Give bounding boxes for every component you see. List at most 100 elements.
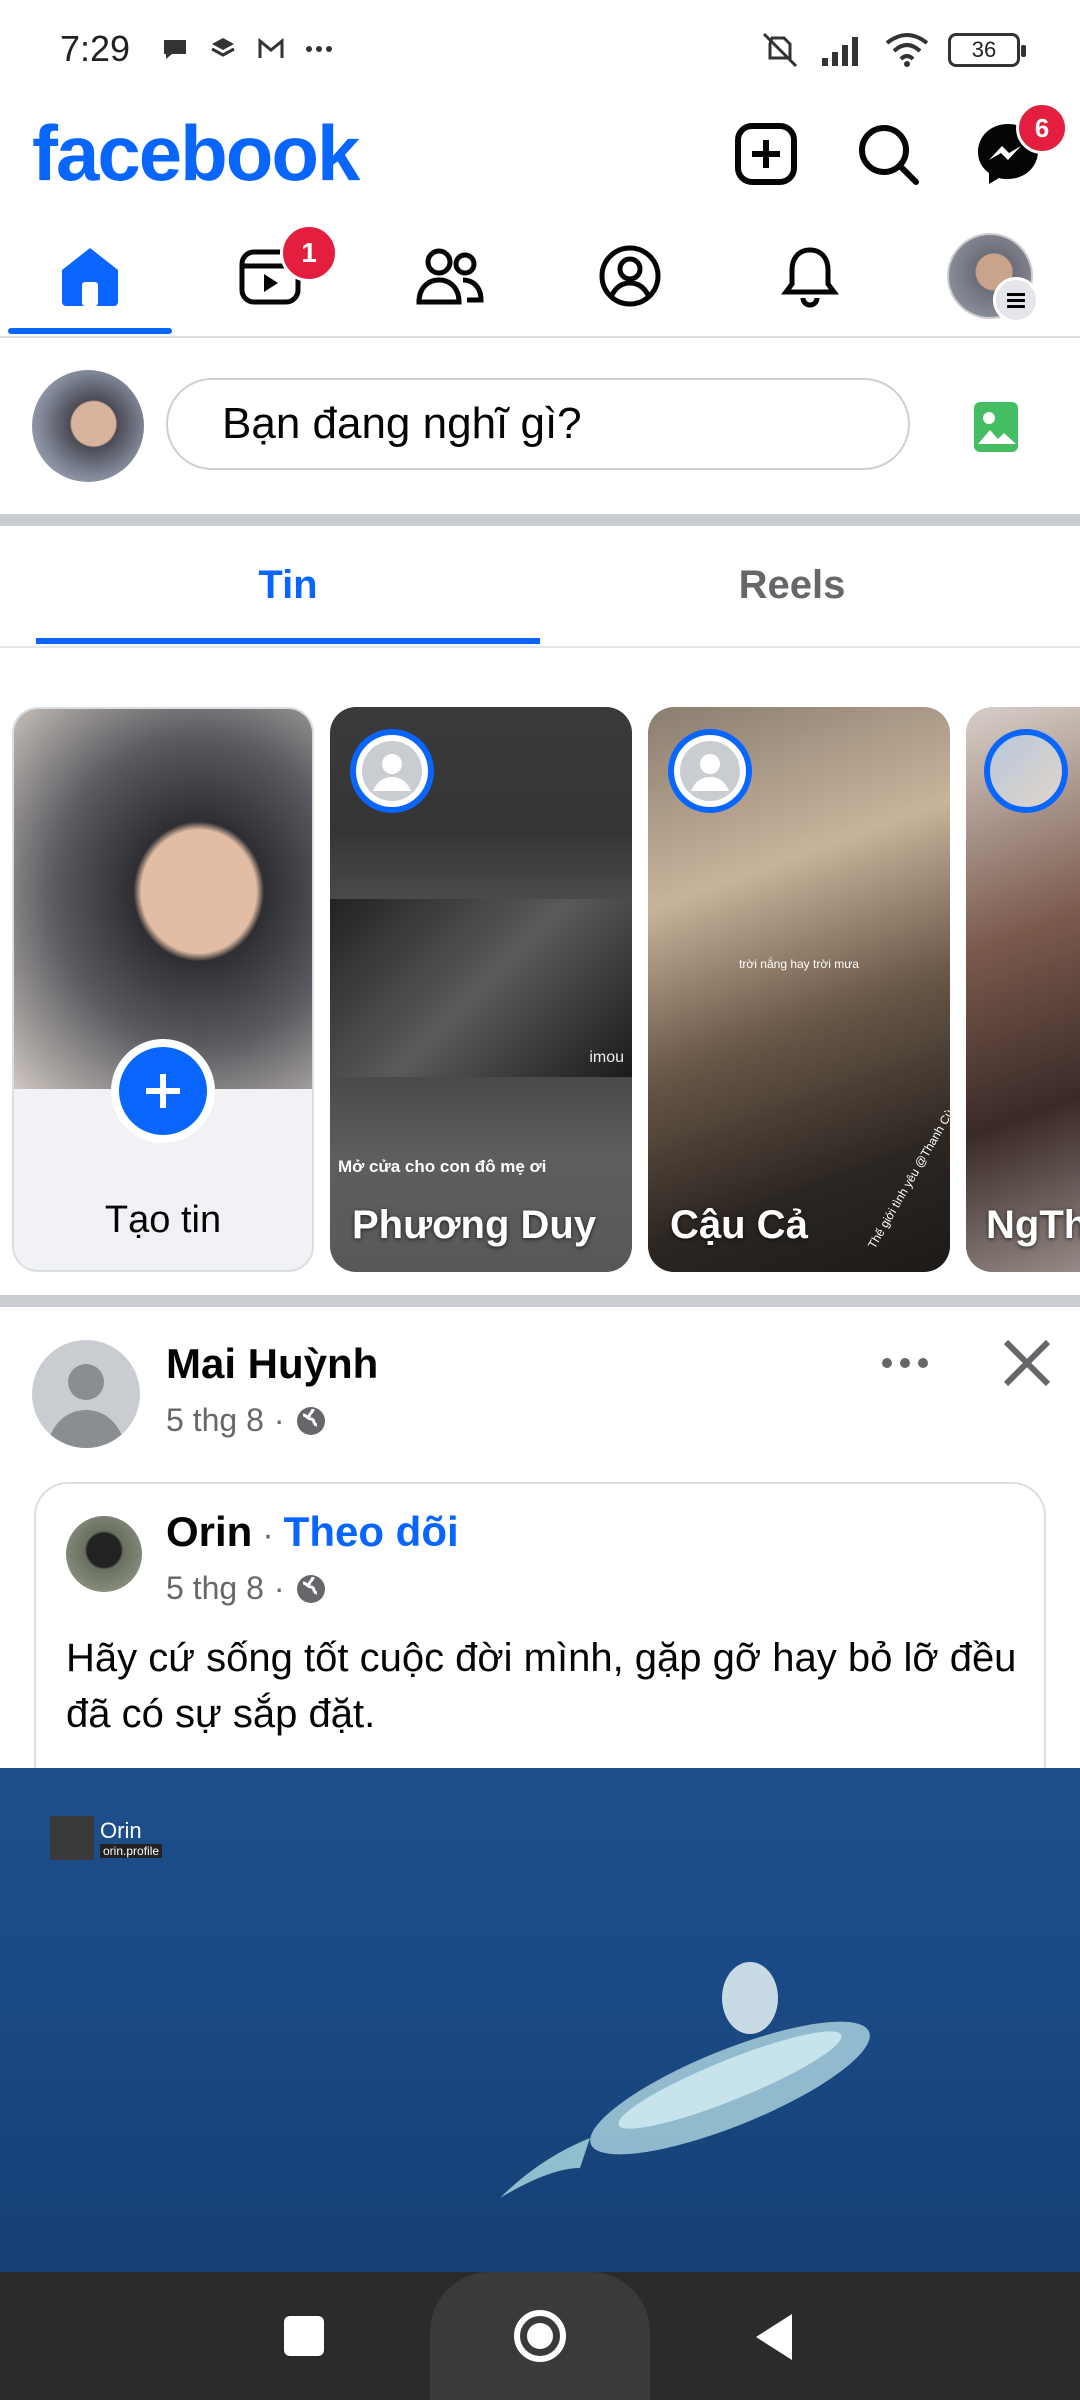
globe-icon (296, 1574, 325, 1603)
gmail-notification-icon (258, 37, 284, 58)
tab-divider (0, 646, 1080, 648)
plus-square-icon (735, 123, 797, 185)
whats-on-your-mind-input[interactable]: Bạn đang nghĩ gì? (166, 378, 910, 470)
watermark-name: Orin (100, 1818, 142, 1843)
more-dot (900, 1358, 910, 1368)
follow-link[interactable]: Theo dõi (284, 1508, 459, 1556)
post-more-button[interactable] (868, 1338, 942, 1388)
shared-post-date[interactable]: 5 thg 8 (166, 1570, 264, 1607)
meta-separator: · (273, 1402, 285, 1438)
default-avatar-icon (46, 1364, 126, 1448)
photo-button[interactable] (970, 398, 1024, 459)
post-author-avatar[interactable] (32, 1340, 140, 1448)
section-divider (0, 514, 1080, 526)
meta-separator: · (273, 1570, 285, 1606)
story-caption: Mở cửa cho con đô mẹ ơi (338, 1157, 547, 1176)
reels-badge: 1 (280, 224, 338, 282)
search-icon (859, 125, 919, 185)
shared-author-name[interactable]: Orin (166, 1508, 252, 1556)
chat-notification-icon (164, 40, 186, 59)
create-story-card[interactable]: Tạo tin (12, 707, 314, 1272)
shared-post-header: Orin · Theo dõi (166, 1508, 459, 1556)
video-watermark: Orin orin.profile (50, 1816, 163, 1860)
user-avatar[interactable] (32, 370, 144, 482)
follow-separator: · (262, 1516, 274, 1554)
story-name: NgTh (986, 1203, 1080, 1247)
home-button[interactable] (430, 2272, 650, 2400)
composer-placeholder: Bạn đang nghĩ gì? (222, 399, 582, 448)
post-meta: 5 thg 8 · (166, 1402, 327, 1439)
whale-image (500, 1962, 870, 2198)
battery-level: 36 (971, 37, 997, 62)
story-card[interactable]: NgTh (966, 707, 1080, 1272)
tab-active-indicator (36, 638, 540, 644)
watermark-avatar (50, 1816, 94, 1860)
nav-friends[interactable] (360, 220, 540, 332)
watermark-text: Orin orin.profile (100, 1818, 163, 1858)
shared-post-meta: 5 thg 8 · (166, 1570, 327, 1607)
shared-author-avatar[interactable] (66, 1516, 142, 1592)
create-button[interactable] (726, 114, 806, 194)
story-watermark: imou (589, 1049, 624, 1066)
watermark-handle: orin.profile (100, 1844, 163, 1858)
story-caption-2: Thế giới tình yêu @Thanh Cù (865, 1107, 950, 1251)
plus-icon (146, 1074, 180, 1108)
tab-stories[interactable]: Tin (36, 530, 540, 640)
system-status-icons: 36 (758, 30, 1026, 70)
story-name: Phương Duy (352, 1203, 597, 1247)
nav-menu[interactable] (900, 220, 1080, 332)
default-avatar-icon (680, 741, 740, 801)
nav-reels[interactable]: 1 (180, 220, 360, 332)
story-card[interactable]: trời nắng hay trời mưa Thế giới tình yêu… (648, 707, 950, 1272)
back-icon[interactable] (752, 2312, 796, 2362)
section-divider (0, 1295, 1080, 1307)
main-navigation: 1 (0, 220, 1080, 338)
search-button[interactable] (848, 114, 928, 194)
default-avatar-icon (362, 741, 422, 801)
layers-notification-icon (211, 38, 235, 57)
photo-icon (974, 402, 1018, 452)
create-story-label: Tạo tin (104, 1199, 222, 1241)
facebook-logo[interactable]: facebook (32, 108, 360, 199)
messenger-button[interactable]: 6 (968, 102, 1068, 194)
wifi-icon (885, 33, 929, 67)
nav-notifications[interactable] (720, 220, 900, 332)
story-avatar (984, 729, 1068, 813)
bell-icon (781, 247, 839, 308)
story-caption-2-text: Thế giới tình yêu (864, 1166, 923, 1251)
story-caption: trời nắng hay trời mưa (739, 957, 859, 971)
close-icon (1003, 1339, 1051, 1387)
profile-icon (599, 245, 661, 307)
story-caption-3-text: @Thanh Cù (911, 1107, 950, 1171)
create-story-photo (14, 709, 312, 1089)
tab-reels[interactable]: Reels (540, 530, 1044, 640)
nav-profile[interactable] (540, 220, 720, 332)
notification-icons (160, 34, 334, 64)
system-navigation-bar (0, 2272, 1080, 2400)
more-dot (918, 1358, 928, 1368)
nav-home[interactable] (0, 220, 180, 332)
story-video-frame: imou (330, 899, 632, 1077)
post-video[interactable]: Orin orin.profile (0, 1768, 1080, 2272)
post-date[interactable]: 5 thg 8 (166, 1402, 264, 1439)
story-avatar (350, 729, 434, 813)
add-story-button[interactable] (111, 1039, 215, 1143)
menu-icon (993, 277, 1039, 323)
battery-indicator: 36 (948, 33, 1026, 67)
status-time: 7:29 (60, 28, 131, 69)
home-circle-icon (514, 2310, 566, 2362)
globe-icon (296, 1406, 325, 1435)
friends-icon (416, 248, 484, 305)
signal-icon (822, 37, 858, 66)
nav-active-indicator (8, 328, 172, 334)
post-author-name[interactable]: Mai Huỳnh (166, 1340, 378, 1388)
recent-apps-button[interactable] (284, 2316, 324, 2356)
home-icon (62, 248, 118, 306)
status-bar: 7:29 36 (0, 0, 1080, 105)
messenger-badge: 6 (1016, 102, 1068, 154)
more-dot (882, 1358, 892, 1368)
menu-avatar (947, 233, 1039, 323)
shared-post-text: Hãy cứ sống tốt cuộc đời mình, gặp gỡ ha… (66, 1636, 1017, 1736)
story-card[interactable]: imou Mở cửa cho con đô mẹ ơi Phương Duy (330, 707, 632, 1272)
hide-post-button[interactable] (1000, 1336, 1054, 1395)
